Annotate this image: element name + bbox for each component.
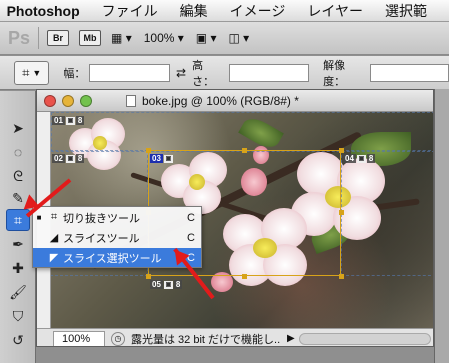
slice-link-icon: 8 [366, 154, 376, 163]
document-title: boke.jpg @ 100% (RGB/8#) * [126, 94, 299, 108]
flyout-item-label: 切り抜きツール [63, 212, 140, 225]
close-window-button[interactable] [44, 94, 56, 107]
width-field[interactable] [89, 63, 171, 82]
slice-number: 01 [52, 116, 65, 125]
slice-knife-icon: ◢ [49, 232, 59, 244]
menu-bar: Photoshop ファイル 編集 イメージ レイヤー 選択範 [0, 0, 449, 22]
current-tool-bullet-icon: ■ [36, 213, 42, 222]
menu-file[interactable]: ファイル [102, 1, 158, 21]
ps-logo: Ps [8, 27, 31, 48]
slice-boundary [341, 150, 433, 276]
panel-edge [434, 89, 449, 363]
options-bar: ⌗ ▼ 幅： ⇄ 高さ： 解像度： [0, 56, 449, 90]
slice-tag-selected[interactable]: 03 ▣ [150, 153, 173, 164]
slice-link-icon: 8 [75, 154, 85, 163]
crop-icon: ⌗ [50, 211, 58, 223]
document-status-bar: 100% ◷ 露光量は 32 bit だけで機能し... ▶ [37, 328, 433, 346]
flyout-item-shortcut: C [187, 211, 195, 224]
status-info-icon[interactable]: ◷ [111, 331, 125, 346]
marquee-tool-icon[interactable]: ◌ [6, 141, 30, 163]
slice-tag[interactable]: 02 ▣ 8 [52, 153, 85, 164]
screen-mode-icon[interactable]: ◫ ▾ [229, 31, 250, 45]
history-brush-tool-icon[interactable]: ↺ [6, 329, 30, 351]
image-slice-icon: ▣ [356, 154, 366, 163]
slice-link-icon: 8 [173, 280, 183, 289]
height-field[interactable] [228, 63, 310, 82]
resize-handle[interactable] [339, 210, 344, 215]
minimize-window-button[interactable] [62, 94, 74, 107]
tools-panel: ➤ ◌ ᘓ ✎ ⌗ ✒ ✚ 🖌 ⛉ ↺ [0, 91, 36, 363]
menu-select[interactable]: 選択範 [385, 1, 427, 21]
menu-edit[interactable]: 編集 [180, 1, 208, 21]
slice-select-icon: ◤ [49, 252, 59, 264]
document-title-text: boke.jpg @ 100% (RGB/8#) * [142, 93, 299, 108]
divider [38, 27, 40, 49]
image-slice-icon: ▣ [163, 280, 173, 289]
image-slice-icon: ▣ [163, 154, 173, 163]
resolution-label: 解像度： [323, 59, 346, 88]
clone-stamp-tool-icon[interactable]: ⛉ [6, 305, 30, 327]
slice-number: 04 [343, 154, 356, 163]
resize-handle[interactable] [339, 274, 344, 279]
resolution-field[interactable] [370, 63, 449, 82]
application-bar: Ps Br Mb ▦ ▾ 100% ▾ ▣ ▾ ◫ ▾ [0, 22, 449, 55]
menu-image[interactable]: イメージ [230, 1, 286, 21]
arrange-documents-icon[interactable]: ▣ ▾ [196, 31, 217, 45]
status-zoom-field[interactable]: 100% [53, 330, 105, 346]
crop-icon: ⌗ [22, 64, 30, 80]
move-tool-icon[interactable]: ➤ [6, 117, 30, 139]
height-label: 高さ： [192, 59, 215, 88]
tool-preset-picker[interactable]: ⌗ ▼ [14, 60, 50, 85]
flyout-item-slice[interactable]: ◢ スライスツール C [33, 228, 201, 247]
spot-healing-tool-icon[interactable]: ✚ [6, 257, 30, 279]
status-menu-arrow-icon[interactable]: ▶ [287, 333, 295, 344]
slice-number: 02 [52, 154, 65, 163]
resize-handle[interactable] [242, 148, 247, 153]
image-slice-icon: ▣ [65, 154, 75, 163]
menu-layer[interactable]: レイヤー [307, 1, 363, 21]
width-label: 幅： [63, 67, 86, 80]
zoom-level-select[interactable]: 100% ▾ [144, 31, 184, 45]
slice-tag[interactable]: 05 ▣ 8 [150, 279, 183, 290]
slice-link-icon: 8 [75, 116, 85, 125]
eyedropper-tool-icon[interactable]: ✒ [6, 233, 30, 255]
flyout-item-label: スライス選択ツール [63, 252, 162, 265]
slice-number: 05 [150, 280, 163, 289]
view-extras-icon[interactable]: ▦ ▾ [111, 31, 132, 45]
document-icon [126, 95, 136, 108]
slice-tag[interactable]: 04 ▣ 8 [343, 153, 376, 164]
image-slice-icon: ▣ [65, 116, 75, 125]
slice-tag[interactable]: 01 ▣ 8 [52, 115, 85, 126]
resize-handle[interactable] [242, 274, 247, 279]
swap-dimensions-icon[interactable]: ⇄ [176, 66, 186, 80]
zoom-level-value: 100% [143, 31, 175, 45]
lasso-tool-icon[interactable]: ᘓ [6, 165, 30, 187]
document-title-bar: boke.jpg @ 100% (RGB/8#) * [37, 90, 433, 112]
bridge-button[interactable]: Br [47, 30, 70, 46]
status-message: 露光量は 32 bit だけで機能し... [131, 333, 281, 346]
mini-bridge-button[interactable]: Mb [79, 30, 102, 46]
slice-number: 03 [150, 154, 163, 163]
horizontal-scrollbar[interactable] [298, 332, 431, 345]
slice-boundary [51, 112, 433, 152]
flyout-item-crop[interactable]: ■ ⌗ 切り抜きツール C [33, 208, 201, 227]
flyout-item-label: スライスツール [63, 232, 140, 245]
menu-app-name[interactable]: Photoshop [7, 3, 80, 19]
flyout-item-shortcut: C [187, 231, 195, 244]
zoom-window-button[interactable] [80, 94, 92, 107]
chevron-down-icon: ▼ [32, 67, 42, 78]
brush-tool-icon[interactable]: 🖌 [6, 281, 30, 303]
